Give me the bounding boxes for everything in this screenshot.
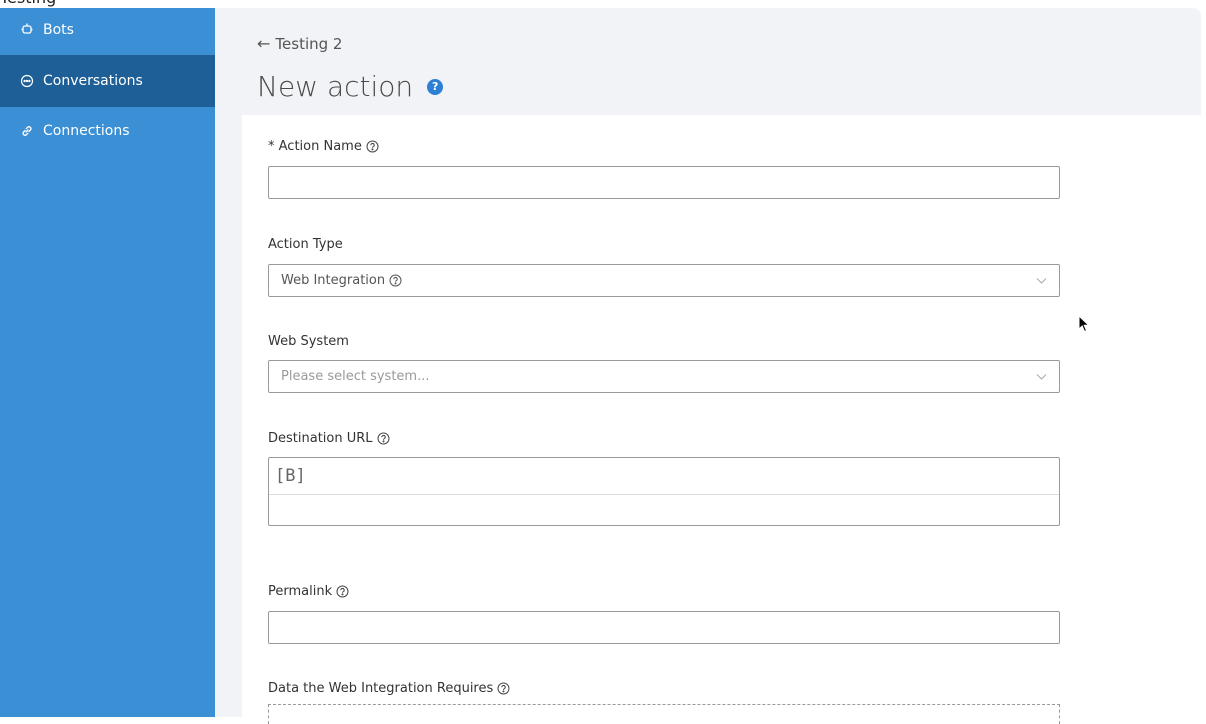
destination-url-label-text: Destination URL — [268, 431, 373, 446]
destination-url-label: Destination URL — [268, 431, 390, 446]
window-title: Testing — [0, 0, 56, 8]
question-circle-icon[interactable] — [336, 585, 349, 598]
help-icon[interactable]: ? — [427, 78, 444, 95]
permalink-input[interactable] — [268, 611, 1060, 644]
data-required-label: Data the Web Integration Requires — [268, 681, 510, 696]
back-link-label: Testing 2 — [275, 34, 343, 53]
link-icon — [20, 124, 34, 138]
sidebar: Bots Conversations Connections — [0, 8, 215, 717]
action-type-select[interactable]: Web Integration — [268, 264, 1060, 297]
action-type-value-text: Web Integration — [281, 273, 386, 288]
bot-icon — [20, 22, 34, 36]
chat-icon — [20, 74, 34, 88]
action-type-label-text: Action Type — [268, 237, 343, 252]
action-name-input[interactable] — [268, 166, 1060, 199]
web-system-placeholder: Please select system... — [281, 369, 430, 384]
page-title: New action ? — [257, 70, 444, 103]
question-circle-icon[interactable] — [377, 432, 390, 445]
sidebar-item-connections[interactable]: Connections — [0, 107, 215, 155]
action-name-label-text: * Action Name — [268, 139, 362, 154]
data-required-label-text: Data the Web Integration Requires — [268, 681, 494, 696]
window-top-strip: Testing — [0, 0, 1206, 8]
web-system-label-text: Web System — [268, 334, 349, 349]
page-title-text: New action — [257, 70, 414, 103]
arrow-left-icon: ← — [257, 34, 271, 53]
form-card: * Action Name Action Type Web Integratio… — [242, 115, 1201, 724]
back-link[interactable]: ← Testing 2 — [257, 34, 342, 53]
question-circle-icon[interactable] — [366, 140, 379, 153]
sidebar-item-label: Connections — [43, 123, 130, 139]
main-content: ← Testing 2 New action ? * Action Name A… — [215, 8, 1201, 724]
question-circle-icon[interactable] — [497, 682, 510, 695]
web-system-select[interactable]: Please select system... — [268, 360, 1060, 393]
mouse-cursor-icon — [1078, 315, 1090, 333]
web-system-label: Web System — [268, 334, 349, 349]
chevron-down-icon — [1036, 278, 1047, 284]
action-name-label: * Action Name — [268, 139, 379, 154]
action-type-value: Web Integration — [281, 273, 402, 288]
permalink-label-text: Permalink — [268, 584, 333, 599]
sidebar-item-bots[interactable]: Bots — [0, 8, 215, 55]
permalink-label: Permalink — [268, 584, 349, 599]
sidebar-item-label: Bots — [43, 22, 74, 38]
destination-url-extra-row[interactable] — [269, 495, 1059, 526]
sidebar-item-conversations[interactable]: Conversations — [0, 55, 215, 107]
question-circle-icon[interactable] — [389, 274, 402, 287]
destination-url-value[interactable]: [B] — [269, 458, 1059, 495]
action-type-label: Action Type — [268, 237, 343, 252]
sidebar-item-label: Conversations — [43, 73, 143, 89]
data-required-dropzone[interactable] — [268, 704, 1060, 724]
chevron-down-icon — [1036, 374, 1047, 380]
destination-url-editor[interactable]: [B] — [268, 457, 1060, 526]
